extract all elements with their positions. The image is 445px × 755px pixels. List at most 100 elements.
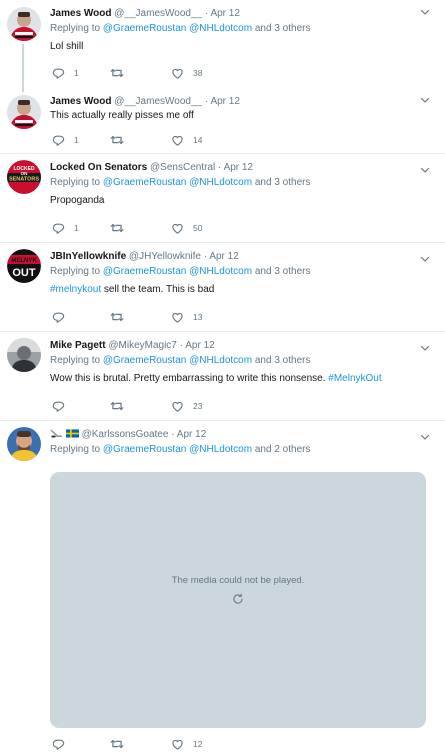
like-button[interactable]: 13	[171, 310, 202, 324]
separator-dot: ·	[203, 251, 208, 262]
separator-dot: ·	[218, 162, 222, 173]
mention-link[interactable]: @NHLdotcom	[189, 444, 252, 455]
display-name[interactable]: James Wood	[50, 8, 112, 19]
reload-icon[interactable]	[231, 592, 245, 606]
separator-dot: ·	[171, 429, 175, 440]
mention-link[interactable]: @NHLdotcom	[189, 355, 252, 366]
reply-icon	[52, 134, 65, 147]
retweet-icon	[110, 310, 124, 324]
like-button[interactable]: 12	[171, 737, 202, 751]
timestamp[interactable]: Apr 12	[209, 251, 238, 262]
avatar[interactable]: MELNYK OUT	[7, 249, 41, 283]
reply-button[interactable]	[52, 737, 74, 751]
timestamp[interactable]: Apr 12	[177, 429, 206, 440]
tweet-text: This actually really pisses me off	[50, 110, 194, 121]
tweet[interactable]: Mike Pagett @MikeyMagic7 · Apr 12 Replyi…	[0, 332, 445, 421]
avatar[interactable]	[7, 7, 41, 41]
mention-link[interactable]: @GraemeRoustan	[103, 444, 187, 455]
tweet[interactable]: LOCKED ON SENATORS Locked On Senators @S…	[0, 154, 445, 243]
retweet-icon	[110, 133, 124, 147]
replying-label: Replying to	[50, 266, 101, 277]
tweet-text: Lol shill	[50, 41, 84, 52]
mention-link[interactable]: @GraemeRoustan	[103, 177, 187, 188]
reply-button[interactable]: 1	[52, 133, 79, 147]
replying-to: Replying to @GraemeRoustan @NHLdotcom an…	[50, 21, 435, 36]
others-link[interactable]: and 2 others	[255, 444, 311, 455]
retweet-icon	[110, 399, 124, 413]
user-handle[interactable]: @SensCentral	[150, 162, 215, 173]
timestamp[interactable]: Apr 12	[210, 96, 239, 107]
user-handle[interactable]: @__JamesWood__	[114, 8, 202, 19]
tweet-text-body: Wow this is brutal. Pretty embarrassing …	[50, 373, 329, 384]
others-link[interactable]: and 3 others	[255, 355, 311, 366]
mention-link[interactable]: @GraemeRoustan	[103, 355, 187, 366]
retweet-button[interactable]	[110, 66, 133, 80]
like-button[interactable]: 50	[171, 221, 202, 235]
like-button[interactable]: 14	[171, 133, 202, 147]
retweet-button[interactable]	[110, 399, 133, 413]
display-name[interactable]: James Wood	[50, 96, 112, 107]
mention-link[interactable]: @GraemeRoustan	[103, 23, 187, 34]
separator-dot: ·	[204, 96, 209, 107]
others-link[interactable]: and 3 others	[255, 266, 311, 277]
display-name[interactable]: Locked On Senators	[50, 162, 147, 173]
timestamp[interactable]: Apr 12	[185, 340, 214, 351]
reply-icon	[52, 222, 65, 235]
tweet[interactable]: MELNYK OUT JBInYellowknife @JHYellowknif…	[0, 243, 445, 332]
user-handle[interactable]: @__JamesWood__	[114, 96, 202, 107]
avatar-text: SENATORS	[9, 177, 39, 183]
like-button[interactable]: 38	[171, 66, 202, 80]
retweet-button[interactable]	[110, 221, 133, 235]
thread-connector	[22, 44, 24, 92]
chevron-down-icon[interactable]	[419, 6, 431, 18]
tweet[interactable]: James Wood @__JamesWood__ · Apr 12 Reply…	[0, 0, 445, 92]
retweet-button[interactable]	[110, 310, 133, 324]
avatar[interactable]: LOCKED ON SENATORS	[7, 160, 41, 194]
avatar[interactable]	[7, 338, 41, 372]
display-name[interactable]: JBInYellowknife	[50, 251, 126, 262]
avatar-text: MELNYK	[11, 258, 37, 264]
reply-button[interactable]: 1	[52, 221, 79, 235]
avatar[interactable]	[7, 95, 41, 129]
retweet-icon	[110, 737, 124, 751]
retweet-button[interactable]	[110, 133, 133, 147]
avatar[interactable]	[7, 427, 41, 461]
reply-button[interactable]	[52, 310, 74, 324]
media-error-message: The media could not be played.	[171, 575, 305, 586]
replying-to: Replying to @GraemeRoustan @NHLdotcom an…	[50, 175, 435, 190]
user-handle[interactable]: @JHYellowknife	[129, 251, 201, 262]
tweet-text-body: sell the team. This is bad	[101, 284, 215, 295]
media-player[interactable]: The media could not be played.	[50, 472, 426, 728]
reply-icon	[52, 67, 65, 80]
heart-icon	[171, 738, 184, 751]
like-button[interactable]: 23	[171, 399, 202, 413]
display-name[interactable]: Mike Pagett	[50, 340, 106, 351]
mention-link[interactable]: @GraemeRoustan	[103, 266, 187, 277]
chevron-down-icon[interactable]	[419, 94, 431, 106]
hashtag-link[interactable]: #MelnykOut	[328, 373, 381, 384]
mention-link[interactable]: @NHLdotcom	[189, 23, 252, 34]
others-link[interactable]: and 3 others	[255, 23, 311, 34]
timestamp[interactable]: Apr 12	[224, 162, 253, 173]
mention-link[interactable]: @NHLdotcom	[189, 266, 252, 277]
chevron-down-icon[interactable]	[419, 342, 431, 354]
chevron-down-icon[interactable]	[419, 431, 431, 443]
user-handle[interactable]: @KarlssonsGoatee	[82, 429, 169, 440]
hashtag-link[interactable]: #melnykout	[50, 284, 101, 295]
reply-icon	[52, 400, 65, 413]
separator-dot: ·	[179, 340, 183, 351]
reply-button[interactable]	[52, 399, 74, 413]
user-handle[interactable]: @MikeyMagic7	[108, 340, 177, 351]
mention-link[interactable]: @NHLdotcom	[189, 177, 252, 188]
reply-count: 1	[74, 135, 79, 145]
replying-label: Replying to	[50, 177, 101, 188]
tweet[interactable]: James Wood @__JamesWood__ · Apr 12 This …	[0, 88, 445, 154]
tweet-text: #melnykout sell the team. This is bad	[50, 283, 435, 297]
chevron-down-icon[interactable]	[419, 253, 431, 265]
chevron-down-icon[interactable]	[419, 164, 431, 176]
others-link[interactable]: and 3 others	[255, 177, 311, 188]
retweet-button[interactable]	[110, 737, 133, 751]
replying-to: Replying to @GraemeRoustan @NHLdotcom an…	[50, 353, 435, 368]
timestamp[interactable]: Apr 12	[210, 8, 239, 19]
reply-button[interactable]: 1	[52, 66, 79, 80]
